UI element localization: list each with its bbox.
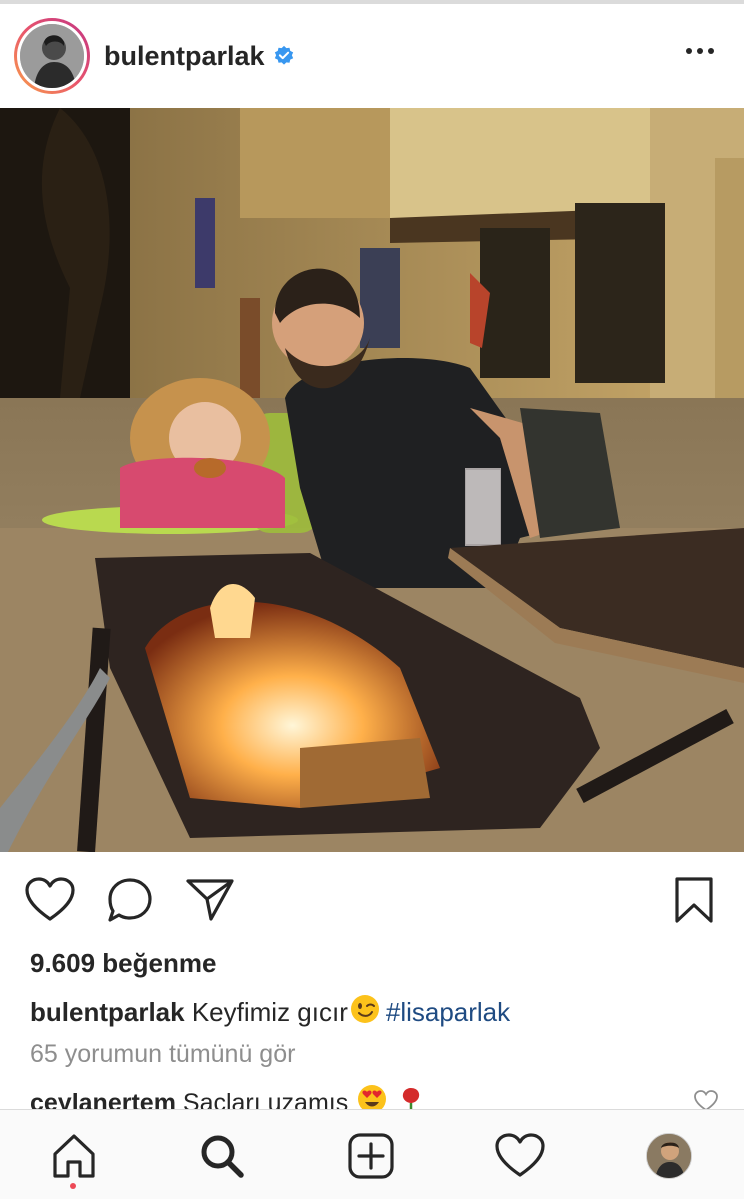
new-post-icon (348, 1133, 394, 1179)
save-button[interactable] (668, 872, 720, 928)
comment-username[interactable]: ceylanertem (30, 1089, 176, 1110)
caption-username[interactable]: bulentparlak (30, 997, 185, 1027)
post-username[interactable]: bulentparlak (104, 41, 265, 72)
dot (686, 48, 692, 54)
heart-outline-icon (495, 1133, 545, 1177)
view-all-comments-link[interactable]: 65 yorumun tümünü gör (30, 1040, 295, 1069)
heart-eyes-icon (357, 1084, 387, 1110)
comment-text: Saçları uzamış (182, 1089, 349, 1110)
home-icon (53, 1134, 95, 1178)
tab-home[interactable] (46, 1128, 102, 1184)
heart-outline-icon (25, 877, 75, 921)
paper-plane-icon (186, 879, 234, 921)
action-bar (0, 872, 744, 932)
dot (697, 48, 703, 54)
tab-profile[interactable] (641, 1128, 697, 1184)
winking-face-icon (350, 994, 380, 1031)
comment-button[interactable] (104, 872, 156, 928)
avatar[interactable] (20, 24, 84, 88)
caption: bulentparlak Keyfimiz gıcır #lisaparlak (30, 994, 510, 1031)
tab-search[interactable] (194, 1128, 250, 1184)
more-options-button[interactable] (686, 48, 714, 54)
post-photo[interactable] (0, 108, 744, 852)
profile-avatar (646, 1133, 692, 1179)
likes-count[interactable]: 9.609 beğenme (30, 948, 216, 979)
search-icon (201, 1135, 244, 1178)
caption-text: Keyfimiz gıcır (191, 997, 348, 1027)
tab-new-post[interactable] (343, 1128, 399, 1184)
story-ring[interactable] (14, 18, 90, 94)
bottom-tab-bar (0, 1109, 744, 1199)
dot (708, 48, 714, 54)
tab-activity[interactable] (492, 1128, 548, 1184)
post-header: bulentparlak (0, 4, 744, 108)
comment-row: ceylanertem Saçları uzamış (30, 1084, 720, 1110)
hashtag-link[interactable]: #lisaparlak (386, 997, 510, 1027)
verified-badge-icon (274, 45, 293, 65)
home-notification-dot (70, 1183, 76, 1189)
like-button[interactable] (24, 872, 76, 928)
share-button[interactable] (184, 872, 236, 928)
rose-icon (396, 1084, 426, 1110)
comment-bubble-icon (108, 878, 152, 922)
bookmark-icon (675, 877, 713, 923)
